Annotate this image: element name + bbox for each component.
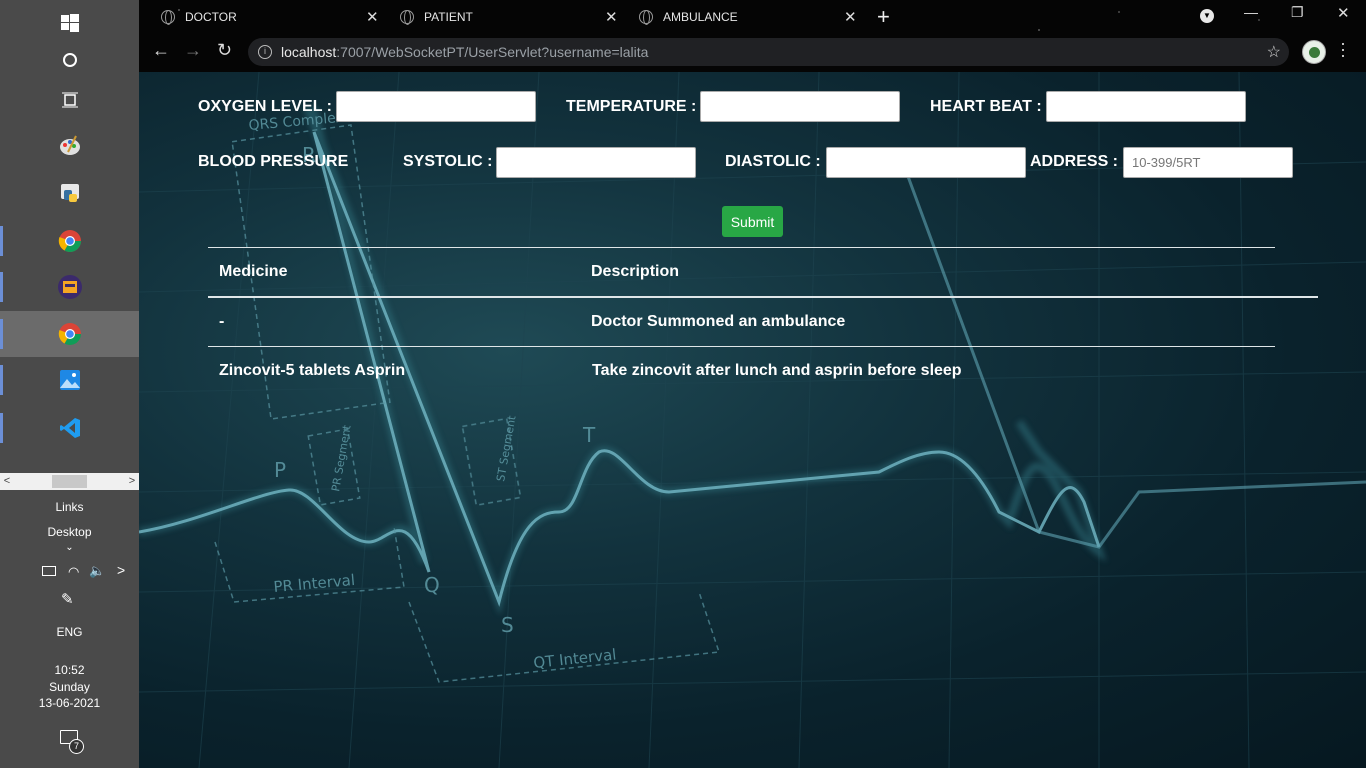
systolic-input[interactable]: [496, 147, 696, 178]
tab-title: DOCTOR: [185, 10, 237, 24]
back-arrow-icon[interactable]: ←: [152, 40, 170, 61]
table-header-description: Description: [591, 263, 680, 280]
page-content: QRS Complex R P T Q S PR Interval QT Int…: [139, 72, 1366, 768]
close-tab-icon[interactable]: ✕: [844, 8, 857, 26]
tab-doctor[interactable]: DOCTOR ✕: [161, 4, 391, 30]
java-ide-icon[interactable]: [0, 264, 139, 310]
bg-label-qt-interval: QT Interval: [533, 645, 618, 672]
tab-title: AMBULANCE: [663, 10, 738, 24]
globe-icon: [161, 10, 175, 25]
desktop-toolbar[interactable]: Desktop: [0, 525, 139, 539]
taskbar-scrollbar[interactable]: < >: [0, 473, 139, 490]
table-top-border: [208, 247, 1275, 248]
scroll-left-icon[interactable]: <: [0, 473, 14, 490]
pen-ink-icon[interactable]: ✎: [61, 590, 74, 608]
volume-icon[interactable]: 🔈: [89, 563, 105, 579]
tab-patient[interactable]: PATIENT ✕: [400, 4, 630, 30]
minimize-icon[interactable]: —: [1244, 4, 1258, 20]
windows-taskbar: < > Links Desktop ⌄ ◠ 🔈 > ✎ ENG 10:52 Su…: [0, 0, 139, 768]
blood-pressure-label: BLOOD PRESSURE: [198, 153, 349, 170]
task-view-icon[interactable]: [0, 77, 139, 123]
clock-date[interactable]: 13-06-2021: [0, 696, 139, 710]
bg-label-s: S: [501, 613, 514, 637]
temperature-input[interactable]: [700, 91, 900, 122]
table-header-border: [208, 296, 1318, 298]
diastolic-label: DIASTOLIC :: [725, 153, 821, 170]
bg-label-st-segment: ST Segment: [494, 414, 519, 483]
chrome-icon[interactable]: [0, 218, 139, 264]
bg-label-p: P: [274, 458, 286, 482]
python-icon[interactable]: [0, 170, 139, 216]
table-cell-description: Take zincovit after lunch and asprin bef…: [592, 362, 962, 379]
oxygen-level-input[interactable]: [336, 91, 536, 122]
table-header-medicine: Medicine: [219, 263, 288, 280]
close-tab-icon[interactable]: ✕: [605, 8, 618, 26]
heart-beat-label: HEART BEAT :: [930, 98, 1042, 115]
network-icon[interactable]: ◠: [68, 564, 79, 580]
show-hidden-icons-chevron-icon[interactable]: >: [117, 562, 125, 578]
expand-chevron-icon[interactable]: ⌄: [0, 542, 139, 553]
site-info-icon[interactable]: i: [258, 45, 272, 59]
restore-icon[interactable]: ❐: [1291, 4, 1304, 21]
bg-label-pr-segment: PR Segment: [329, 423, 354, 492]
bg-label-t: T: [582, 423, 596, 447]
table-cell-medicine: -: [219, 313, 225, 330]
paint-icon[interactable]: [0, 123, 139, 169]
photos-icon[interactable]: [0, 357, 139, 403]
scrollbar-thumb[interactable]: [52, 475, 87, 488]
profile-avatar[interactable]: [1302, 40, 1326, 64]
url-text[interactable]: localhost:7007/WebSocketPT/UserServlet?u…: [281, 44, 648, 60]
submit-button[interactable]: Submit: [722, 206, 783, 237]
oxygen-level-label: OXYGEN LEVEL :: [198, 98, 332, 115]
bg-label-q: Q: [424, 573, 440, 597]
new-tab-plus-icon[interactable]: +: [877, 4, 890, 30]
table-row-border: [208, 346, 1275, 347]
table-cell-description: Doctor Summoned an ambulance: [591, 313, 846, 330]
clock-time[interactable]: 10:52: [0, 663, 139, 677]
battery-icon[interactable]: [42, 566, 56, 576]
globe-icon: [639, 10, 653, 25]
forward-arrow-icon[interactable]: →: [184, 40, 202, 61]
globe-icon: [400, 10, 414, 25]
url-host: localhost: [281, 44, 337, 60]
vscode-icon[interactable]: [0, 405, 139, 451]
address-bar[interactable]: i localhost:7007/WebSocketPT/UserServlet…: [248, 38, 1289, 66]
close-tab-icon[interactable]: ✕: [366, 8, 379, 26]
temperature-label: TEMPERATURE :: [566, 98, 697, 115]
tab-search-dropdown-icon[interactable]: ▼: [1200, 9, 1214, 23]
address-input[interactable]: [1123, 147, 1293, 178]
reload-icon[interactable]: ↻: [217, 40, 232, 61]
browser-menu-icon[interactable]: · · ·: [1340, 34, 1346, 64]
diastolic-input[interactable]: [826, 147, 1026, 178]
table-cell-medicine: Zincovit-5 tablets Asprin: [219, 362, 406, 379]
window-close-icon[interactable]: ✕: [1337, 4, 1350, 22]
tab-ambulance[interactable]: AMBULANCE ✕: [639, 4, 869, 30]
bookmark-star-icon[interactable]: ☆: [1267, 42, 1281, 62]
language-indicator[interactable]: ENG: [0, 625, 139, 639]
clock-day[interactable]: Sunday: [0, 680, 139, 694]
browser-chrome: DOCTOR ✕ PATIENT ✕ AMBULANCE ✕ + ▼ — ❐ ✕…: [139, 0, 1366, 72]
heart-beat-input[interactable]: [1046, 91, 1246, 122]
chrome-icon[interactable]: [0, 311, 139, 357]
systolic-label: SYSTOLIC :: [403, 153, 493, 170]
scroll-right-icon[interactable]: >: [125, 473, 139, 490]
notification-count-badge: 7: [69, 739, 84, 754]
url-path: :7007/WebSocketPT/UserServlet?username=l…: [336, 44, 649, 60]
links-toolbar[interactable]: Links: [0, 500, 139, 514]
tab-title: PATIENT: [424, 10, 473, 24]
address-label: ADDRESS :: [1030, 153, 1119, 170]
